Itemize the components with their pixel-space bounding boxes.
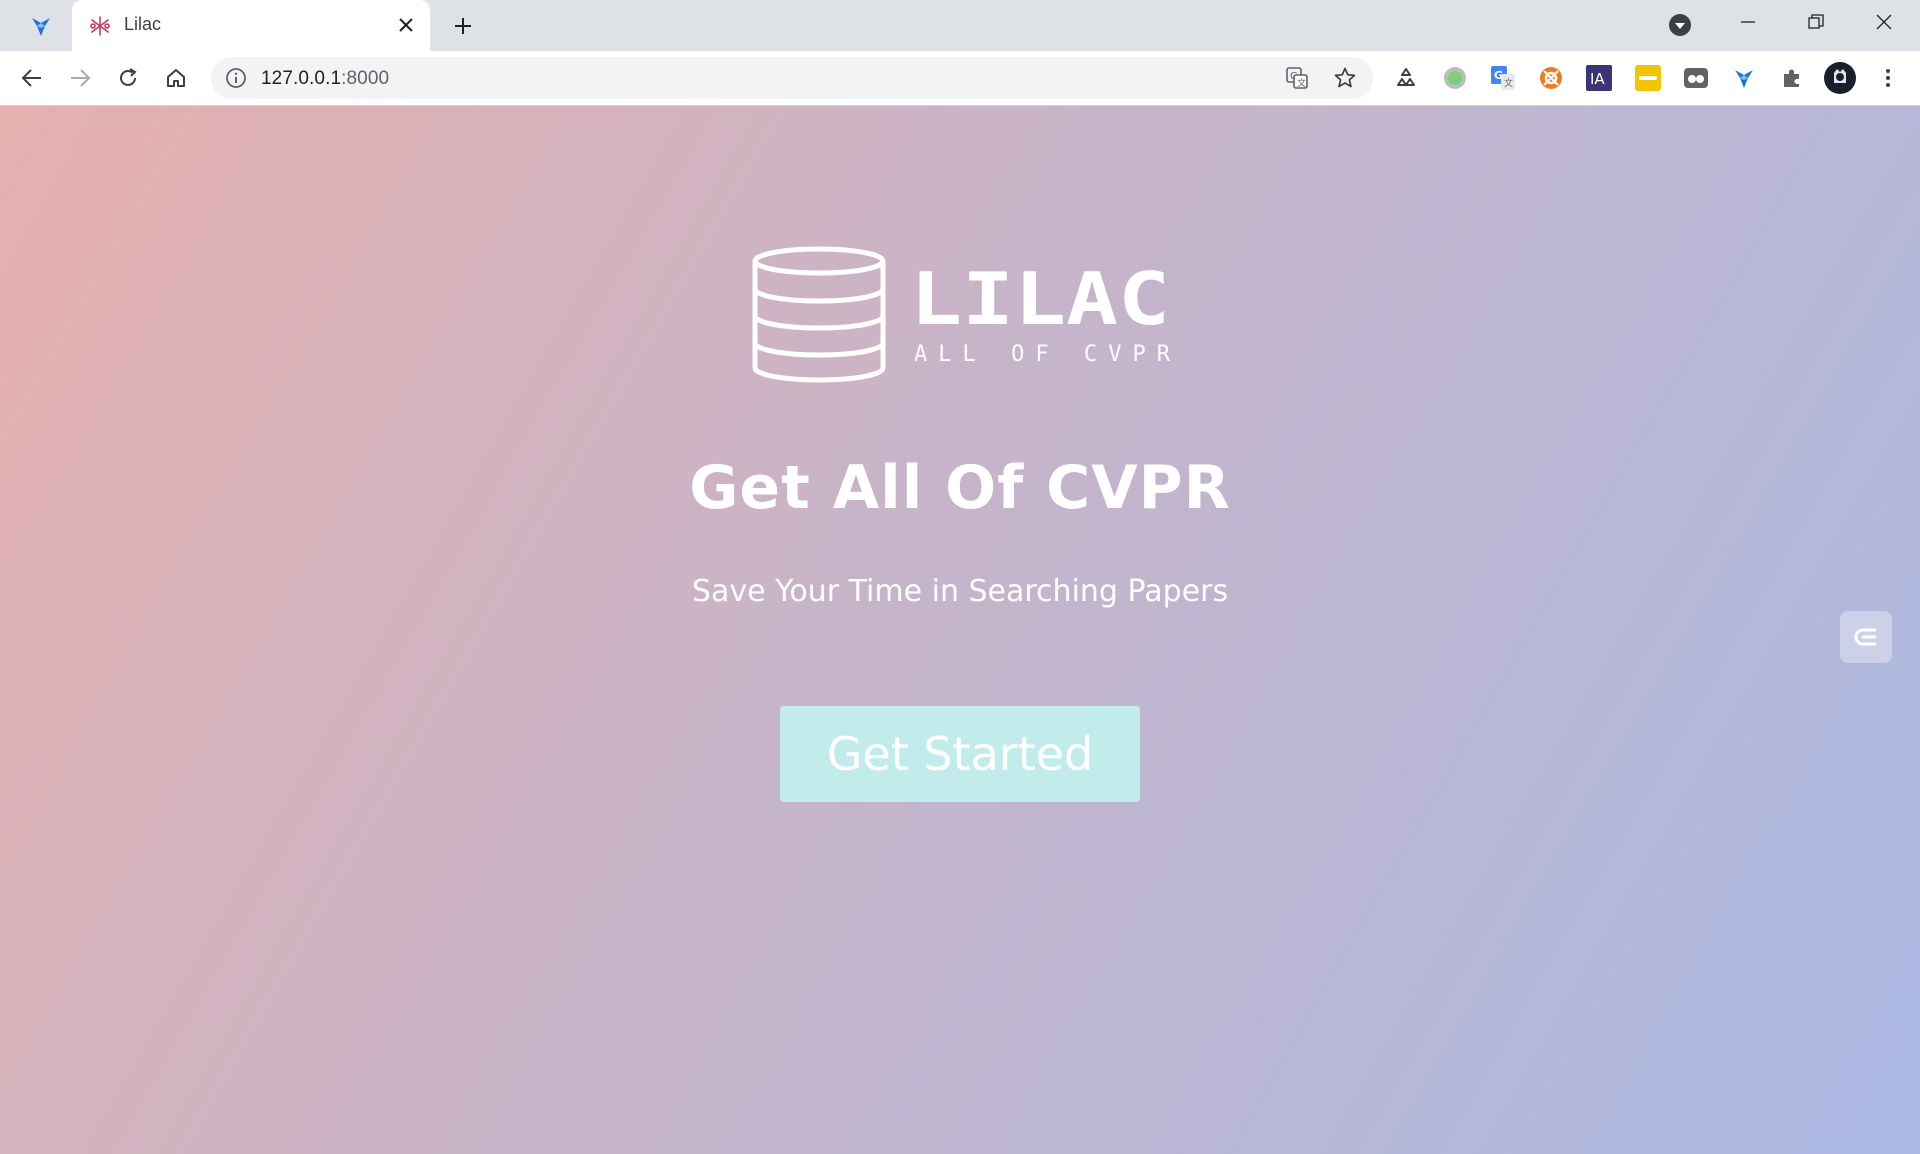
browser-toolbar: 127.0.0.1:8000 G 文 G文 IA <box>0 51 1920 106</box>
reload-icon <box>120 68 137 86</box>
landing-page: LILAC ALL OF CVPR Get All Of CVPR Save Y… <box>0 106 1920 1154</box>
browser-menu-button[interactable] <box>1874 64 1902 92</box>
close-icon[interactable] <box>394 13 418 37</box>
svg-text:文: 文 <box>1297 77 1306 89</box>
database-icon <box>752 246 886 383</box>
restore-icon <box>1808 14 1824 29</box>
bird-icon <box>32 18 50 36</box>
ia-extension-label: IA <box>1590 70 1605 88</box>
url-text[interactable]: 127.0.0.1:8000 <box>261 68 389 90</box>
chevron-down-circle-icon <box>1669 14 1691 36</box>
back-button[interactable] <box>15 61 49 95</box>
window-close-button[interactable] <box>1850 0 1918 44</box>
page-subheadline: Save Your Time in Searching Papers <box>691 574 1229 609</box>
logo-tagline: ALL OF CVPR <box>914 342 1171 367</box>
tab-strip: Lilac <box>0 0 1920 51</box>
plus-icon <box>455 18 471 34</box>
address-bar[interactable]: 127.0.0.1:8000 G 文 <box>211 57 1373 99</box>
side-widget-icon <box>1854 628 1877 646</box>
blue-bird-extension-icon[interactable] <box>1730 64 1758 92</box>
forward-button[interactable] <box>63 61 97 95</box>
recycle-extension-icon[interactable] <box>1392 64 1420 92</box>
profile-avatar[interactable] <box>1823 61 1857 95</box>
arrow-right-icon <box>71 69 91 87</box>
vertical-dots-icon <box>1886 69 1890 87</box>
arrow-left-icon <box>21 69 41 87</box>
avatar-icon <box>1824 62 1856 94</box>
lilac-favicon-icon <box>90 16 110 36</box>
tab-search-button[interactable] <box>1668 13 1692 37</box>
translate-icon: G 文 <box>1286 67 1308 89</box>
yellow-password-extension-icon[interactable] <box>1634 64 1662 92</box>
url-port: :8000 <box>341 68 390 89</box>
tab-manager-extension-icon[interactable] <box>1682 64 1710 92</box>
lilac-logo: LILAC ALL OF CVPR <box>752 246 1171 383</box>
minimize-icon <box>1741 21 1755 23</box>
minimize-button[interactable] <box>1714 0 1782 44</box>
puzzle-icon[interactable] <box>1778 64 1806 92</box>
ia-extension-icon[interactable]: IA <box>1585 64 1613 92</box>
svg-text:文: 文 <box>1504 77 1513 89</box>
translate-page-button[interactable]: G 文 <box>1285 66 1309 90</box>
pinned-tab[interactable] <box>14 8 68 44</box>
logo-title: LILAC <box>910 257 1170 341</box>
get-started-button[interactable]: Get Started <box>780 706 1140 802</box>
star-icon <box>1334 67 1356 88</box>
restore-button[interactable] <box>1782 0 1850 44</box>
reload-button[interactable] <box>111 61 145 95</box>
google-translate-extension-icon[interactable]: G文 <box>1489 64 1517 92</box>
tab-title: Lilac <box>124 14 162 34</box>
window-close-icon <box>1876 14 1892 30</box>
bookmark-button[interactable] <box>1333 66 1357 90</box>
side-widget-button[interactable] <box>1840 611 1892 663</box>
home-button[interactable] <box>159 61 193 95</box>
page-headline: Get All Of CVPR <box>689 453 1231 523</box>
home-icon <box>167 69 185 87</box>
new-tab-button[interactable] <box>447 10 479 42</box>
active-tab[interactable]: Lilac <box>72 0 430 51</box>
info-icon[interactable] <box>225 67 247 89</box>
green-circle-extension-icon[interactable] <box>1441 64 1469 92</box>
url-host: 127.0.0.1 <box>261 68 342 89</box>
orange-extension-icon[interactable] <box>1537 64 1565 92</box>
